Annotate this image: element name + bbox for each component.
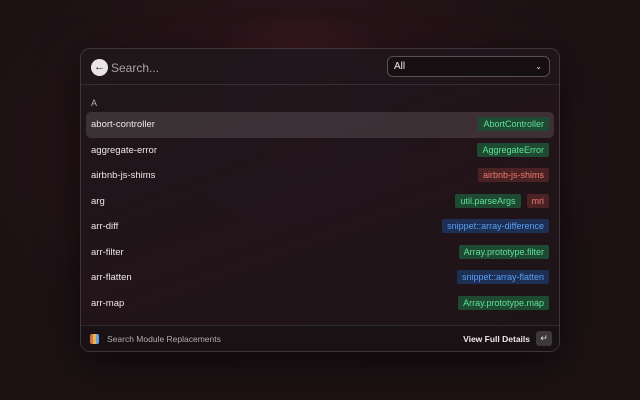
replacement-tags: AbortController — [478, 117, 549, 131]
search-input[interactable] — [111, 58, 371, 78]
replacement-badge: AggregateError — [477, 142, 549, 157]
replacement-badge: airbnb-js-shims — [477, 168, 549, 182]
arrow-left-icon[interactable]: ← — [91, 59, 108, 76]
chevron-down-icon: ⌄ — [535, 62, 542, 71]
footer-label: Search Module Replacements — [107, 334, 221, 344]
footer-bar: Search Module Replacements View Full Det… — [81, 325, 559, 351]
package-name: abort-controller — [91, 119, 155, 130]
search-bar: ← All ⌄ — [81, 49, 559, 85]
view-full-details-button[interactable]: View Full Details — [463, 334, 530, 344]
enter-key-icon[interactable]: ↵ — [536, 331, 552, 346]
replacement-tags: snippet::array-flatten — [456, 270, 549, 284]
replacement-tags: airbnb-js-shims — [477, 168, 549, 182]
list-item[interactable]: airbnb-js-shims airbnb-js-shims — [86, 163, 554, 189]
replacement-badge: Array.prototype.map — [458, 295, 549, 310]
list-item[interactable]: aggregate-error AggregateError — [86, 138, 554, 164]
replacement-badge: mri — [526, 193, 549, 208]
package-name: arr-filter — [91, 246, 124, 258]
list-item[interactable]: arg util.parseArgs mri — [86, 189, 554, 215]
command-palette: ← All ⌄ A abort-controller AbortControlle… — [80, 48, 560, 352]
replacement-tags: Array.prototype.filter — [458, 244, 549, 259]
package-name: arg — [91, 195, 105, 207]
list-item[interactable]: arr-flatten snippet::array-flatten — [86, 265, 554, 291]
list-item[interactable]: abort-controller AbortController — [86, 112, 554, 138]
replacement-badge: snippet::array-difference — [442, 219, 549, 233]
filter-selected-value: All — [394, 61, 406, 72]
replacement-badge: AbortController — [478, 117, 549, 131]
section-header: A — [91, 98, 98, 108]
list-item[interactable]: arr-map Array.prototype.map — [86, 291, 554, 317]
list-item[interactable]: arr-filter Array.prototype.filter — [86, 240, 554, 266]
package-name: arr-flatten — [91, 272, 132, 283]
replacement-tags: AggregateError — [477, 142, 549, 157]
list-item[interactable]: arr-diff snippet::array-difference — [86, 214, 554, 240]
replacement-tags: Array.prototype.map — [458, 295, 549, 310]
package-name: arr-map — [91, 297, 125, 309]
module-replacements-logo-icon — [90, 334, 99, 344]
replacement-badge: Array.prototype.filter — [458, 244, 549, 259]
replacement-badge: snippet::array-flatten — [456, 270, 549, 284]
filter-dropdown[interactable]: All ⌄ — [387, 56, 550, 77]
package-name: aggregate-error — [91, 144, 158, 156]
results-list: abort-controller AbortController aggregate… — [81, 112, 559, 316]
package-name: airbnb-js-shims — [91, 170, 156, 181]
replacement-badge: util.parseArgs — [455, 193, 521, 208]
package-name: arr-diff — [91, 221, 119, 232]
replacement-tags: snippet::array-difference — [442, 219, 549, 233]
replacement-tags: util.parseArgs mri — [455, 193, 549, 208]
